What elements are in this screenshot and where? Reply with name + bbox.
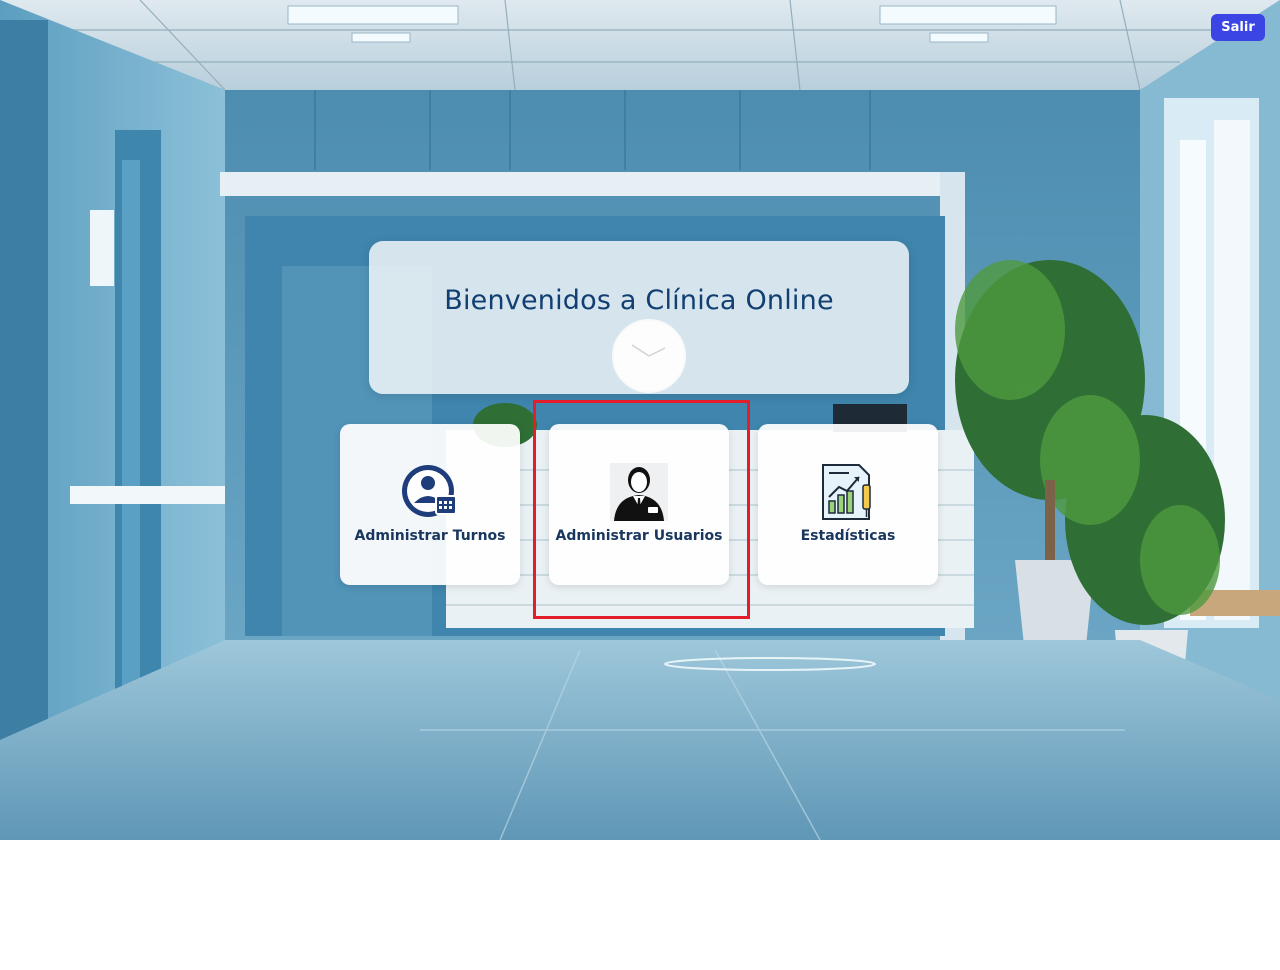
clinic-lobby-image <box>0 0 1280 840</box>
menu-card-estadisticas[interactable]: Estadísticas <box>758 424 938 585</box>
menu-card-label: Estadísticas <box>800 528 896 544</box>
user-admin-icon <box>610 463 668 521</box>
menu-card-label: Administrar Usuarios <box>555 528 723 544</box>
statistics-icon <box>819 463 877 521</box>
appointments-icon <box>401 463 459 521</box>
welcome-panel: Bienvenidos a Clínica Online <box>369 241 909 394</box>
page-footer-area <box>0 840 1280 970</box>
menu-card-turnos[interactable]: Administrar Turnos <box>340 424 520 585</box>
logout-button[interactable]: Salir <box>1211 14 1265 41</box>
hero-background <box>0 0 1280 840</box>
page-title: Bienvenidos a Clínica Online <box>444 285 834 316</box>
menu-card-label: Administrar Turnos <box>354 528 506 544</box>
menu-card-usuarios[interactable]: Administrar Usuarios <box>549 424 729 585</box>
